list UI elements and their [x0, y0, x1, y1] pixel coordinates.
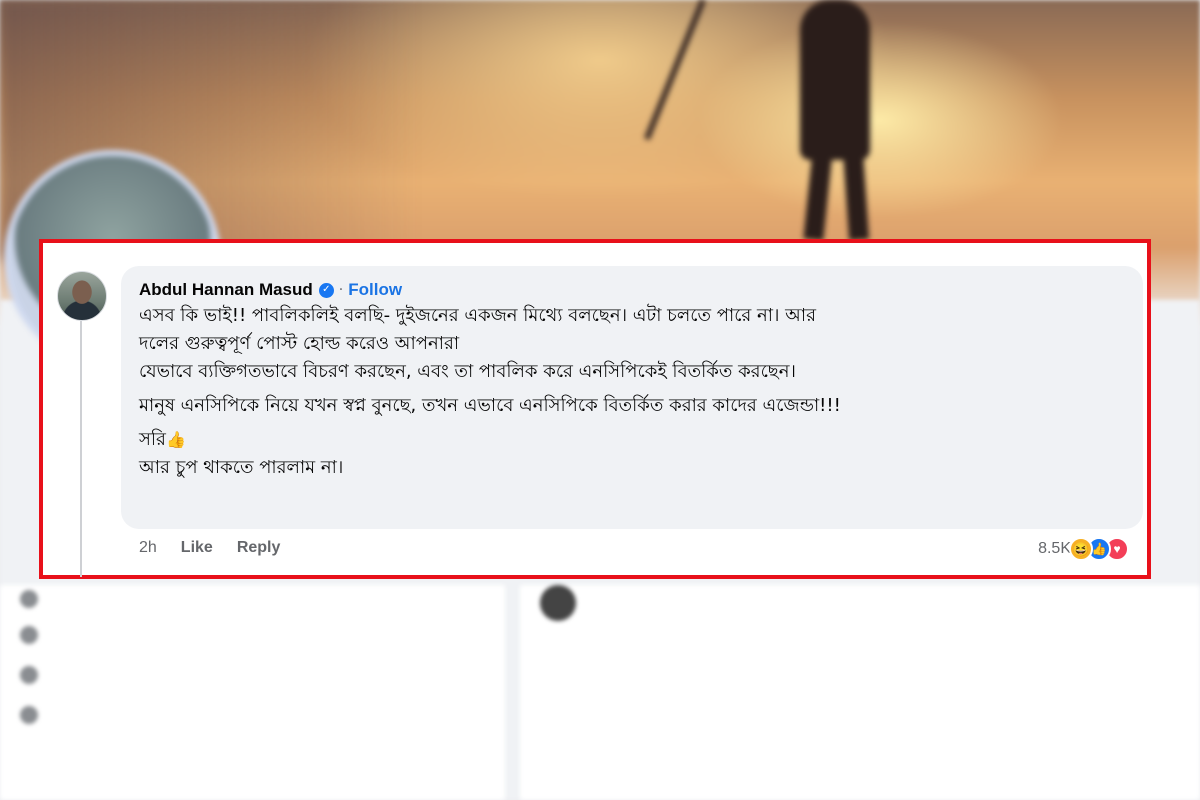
comment-bubble: Abdul Hannan Masud ✓ · Follow এসব কি ভাই… [121, 266, 1143, 529]
follow-button[interactable]: Follow [348, 280, 402, 300]
commenter-avatar[interactable] [57, 271, 107, 321]
reply-button[interactable]: Reply [237, 539, 281, 557]
comment-last-line: আর চুপ থাকতে পারলাম না। [139, 457, 344, 478]
comment-line-2: দলের গুরুত্বপূর্ণ পোস্ট হোল্ড করেও আপনার… [139, 333, 460, 354]
separator-dot: · [338, 282, 344, 298]
reaction-count: 8.5K [1038, 540, 1071, 557]
intro-list-blurred [0, 590, 500, 734]
comment-line-1: এসব কি ভাই!! পাবলিকলিই বলছি- দুইজনের একজ… [139, 305, 817, 326]
commenter-name[interactable]: Abdul Hannan Masud [139, 280, 313, 300]
comment-paragraph-2: মানুষ এনসিপিকে নিয়ে যখন স্বপ্ন বুনছে, ত… [139, 395, 841, 416]
thumbs-up-emoji-icon: 👍 [165, 430, 186, 449]
comment-highlight-box: Abdul Hannan Masud ✓ · Follow এসব কি ভাই… [39, 239, 1151, 579]
comment-timestamp[interactable]: 2h [139, 539, 157, 557]
post-text-blurred [540, 585, 1190, 621]
post-avatar-blurred [540, 585, 576, 621]
sorry-text: সরি [139, 429, 166, 450]
like-button[interactable]: Like [181, 539, 213, 557]
comment-text: এসব কি ভাই!! পাবলিকলিই বলছি- দুইজনের একজ… [139, 302, 1125, 482]
comment-line-3: যেভাবে ব্যক্তিগতভাবে বিচরণ করছেন, এবং তা… [139, 361, 796, 382]
comment-header: Abdul Hannan Masud ✓ · Follow [139, 278, 1125, 302]
cover-silhouette [644, 0, 910, 241]
thread-line [80, 321, 82, 577]
verified-badge-icon: ✓ [318, 282, 334, 298]
comment-actions: 2h Like Reply [139, 539, 280, 557]
comment-sorry-line: সরি👍 [139, 426, 1125, 454]
haha-icon: 😆 [1069, 537, 1093, 561]
reaction-summary[interactable]: 8.5K 😆 👍 ♥ [1038, 537, 1129, 561]
